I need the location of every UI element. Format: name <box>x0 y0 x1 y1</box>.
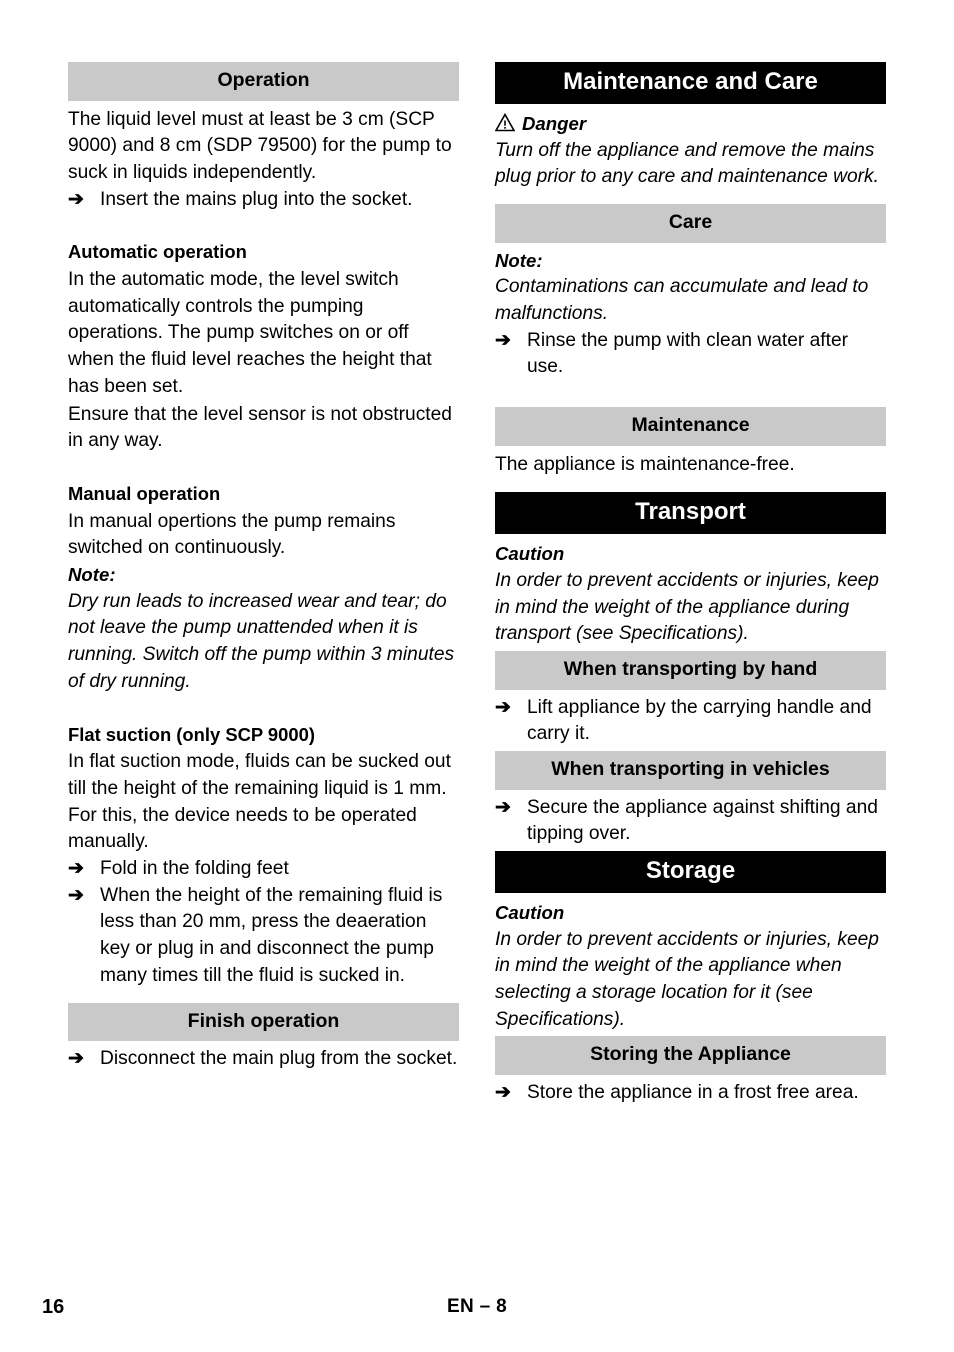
step-label: Disconnect the main plug from the socket… <box>100 1048 458 1070</box>
step-label: Rinse the pump with clean water after us… <box>527 329 849 378</box>
flat-suction-paragraph: In flat suction mode, fluids can be suck… <box>68 751 451 853</box>
arrow-icon: ➔ <box>68 188 84 210</box>
danger-heading: Danger <box>494 111 886 138</box>
step-label: Lift appliance by the carrying handle an… <box>527 696 872 745</box>
step-disconnect-main-plug: ➔ Disconnect the main plug from the sock… <box>68 1046 459 1073</box>
maintenance-text: The appliance is maintenance-free. <box>495 453 795 475</box>
section-bar-operation: Operation <box>68 62 459 101</box>
manual-operation-note-label: Note: <box>68 564 116 586</box>
two-column-layout: Operation The liquid level must at least… <box>68 62 886 1107</box>
step-label: When the height of the remaining fluid i… <box>100 884 443 986</box>
section-bar-finish-operation: Finish operation <box>68 1002 459 1042</box>
operation-intro-paragraph: The liquid level must at least be 3 cm (… <box>68 108 452 183</box>
step-label: Secure the appliance against shifting an… <box>527 796 878 845</box>
arrow-icon: ➔ <box>495 696 511 718</box>
document-page: Operation The liquid level must at least… <box>0 0 954 1352</box>
arrow-icon: ➔ <box>495 1081 511 1103</box>
right-column: Maintenance and Care Danger Turn off the… <box>494 62 886 1107</box>
arrow-icon: ➔ <box>495 329 511 351</box>
transport-caution-text: In order to prevent accidents or injurie… <box>495 570 879 645</box>
step-fold-in-folding-feet: ➔ Fold in the folding feet <box>68 856 459 883</box>
step-lift-by-handle: ➔ Lift appliance by the carrying handle … <box>495 695 886 748</box>
step-label: Insert the mains plug into the socket. <box>100 188 413 210</box>
arrow-icon: ➔ <box>495 796 511 818</box>
manual-operation-paragraph: In manual opertions the pump remains swi… <box>68 510 396 559</box>
storage-caution-label: Caution <box>495 901 565 923</box>
step-rinse-pump: ➔ Rinse the pump with clean water after … <box>495 328 886 381</box>
arrow-icon: ➔ <box>68 884 84 906</box>
section-bar-transport: Transport <box>495 492 886 535</box>
footer-language-marker: EN – 8 <box>447 1296 507 1317</box>
transport-caution-label: Caution <box>495 543 565 565</box>
step-deaeration-key: ➔ When the height of the remaining fluid… <box>68 883 459 990</box>
section-bar-transporting-by-hand: When transporting by hand <box>495 651 886 690</box>
section-bar-storing-the-appliance: Storing the Appliance <box>495 1036 886 1075</box>
section-bar-maintenance: Maintenance <box>495 407 886 446</box>
section-bar-maintenance-and-care: Maintenance and Care <box>495 62 886 104</box>
step-insert-mains-plug: ➔ Insert the mains plug into the socket. <box>68 187 459 214</box>
warning-triangle-icon <box>494 112 516 132</box>
arrow-icon: ➔ <box>68 1048 84 1070</box>
step-label: Store the appliance in a frost free area… <box>527 1081 859 1103</box>
heading-automatic-operation: Automatic operation <box>68 241 247 263</box>
storage-caution-text: In order to prevent accidents or injurie… <box>495 928 879 1030</box>
section-bar-transporting-in-vehicles: When transporting in vehicles <box>495 751 886 790</box>
danger-label: Danger <box>522 113 587 134</box>
danger-text: Turn off the appliance and remove the ma… <box>495 139 879 188</box>
left-column: Operation The liquid level must at least… <box>68 62 459 1073</box>
manual-operation-note-text: Dry run leads to increased wear and tear… <box>68 590 455 692</box>
heading-manual-operation: Manual operation <box>68 482 221 504</box>
automatic-operation-paragraph-1: In the automatic mode, the level switch … <box>68 269 432 397</box>
step-label: Fold in the folding feet <box>100 858 289 880</box>
care-note-label: Note: <box>495 249 543 271</box>
section-bar-care: Care <box>495 204 886 243</box>
page-footer: 16 EN – 8 <box>0 1296 954 1330</box>
step-secure-appliance: ➔ Secure the appliance against shifting … <box>495 795 886 848</box>
heading-flat-suction: Flat suction (only SCP 9000) <box>68 723 315 745</box>
section-bar-storage: Storage <box>495 850 886 893</box>
automatic-operation-paragraph-2: Ensure that the level sensor is not obst… <box>68 403 452 452</box>
care-note-text: Contaminations can accumulate and lead t… <box>495 276 869 325</box>
step-store-frost-free: ➔ Store the appliance in a frost free ar… <box>495 1080 886 1107</box>
arrow-icon: ➔ <box>68 858 84 880</box>
